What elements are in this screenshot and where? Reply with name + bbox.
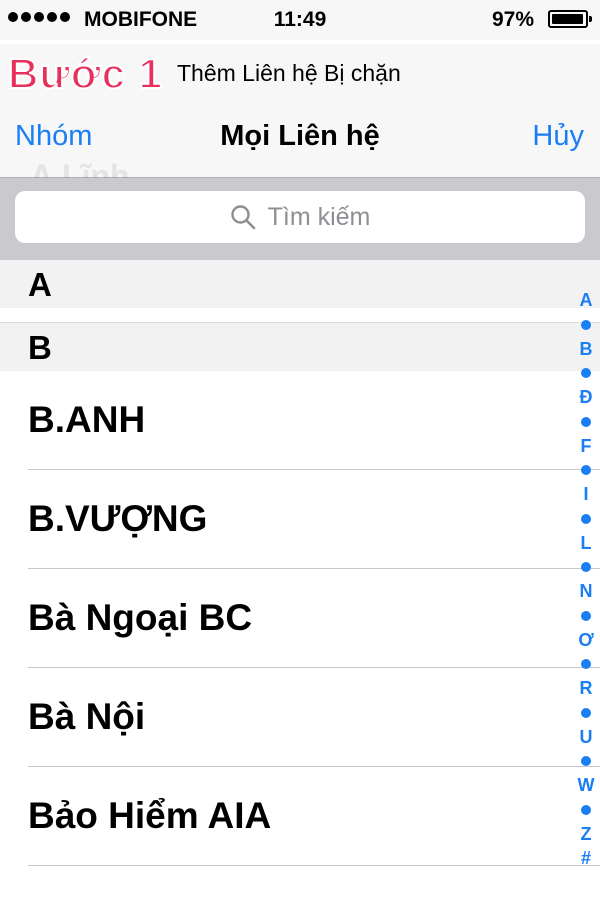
contact-row[interactable]: Bà Nội — [28, 668, 600, 767]
index-letter[interactable]: U — [580, 725, 593, 750]
index-letter[interactable]: A — [580, 288, 593, 313]
index-dot — [581, 610, 591, 621]
battery-icon — [548, 10, 592, 28]
index-dot — [581, 756, 591, 766]
step-description: Thêm Liên hệ Bị chặn — [177, 60, 401, 86]
index-letter[interactable]: N — [580, 579, 593, 604]
navigation-bar: Nhóm Mọi Liên hệ Hủy A.Lĩnh — [0, 102, 600, 194]
contact-name: Bảo Hiểm AIA — [28, 795, 272, 836]
index-letter[interactable]: Z — [581, 822, 592, 847]
index-letter[interactable]: # — [581, 846, 591, 871]
contact-row[interactable]: B.ANH — [28, 371, 600, 470]
contact-list: A B B.ANH B.VƯỢNG Bà Ngoại BC Bà Nội Bảo… — [0, 260, 600, 866]
status-bar: MOBIFONE 11:49 97% — [0, 0, 600, 40]
alphabet-index[interactable]: A B Đ F I L N Ơ R U W Z # — [572, 288, 600, 871]
search-placeholder: Tìm kiếm — [267, 202, 371, 231]
index-letter[interactable]: W — [578, 773, 595, 798]
search-area: Tìm kiếm — [0, 178, 600, 260]
index-letter[interactable]: Ơ — [578, 628, 593, 653]
section-divider — [0, 308, 600, 323]
search-input[interactable]: Tìm kiếm — [15, 191, 585, 243]
index-letter[interactable]: I — [583, 482, 588, 507]
battery-percentage: 97% — [491, 8, 534, 31]
section-header-a: A — [0, 260, 600, 308]
index-letter[interactable]: B — [580, 337, 593, 362]
index-dot — [581, 804, 591, 815]
contact-name: Bà Nội — [28, 696, 146, 737]
index-dot — [581, 465, 591, 475]
index-letter[interactable]: Đ — [580, 385, 593, 410]
index-letter[interactable]: L — [581, 531, 592, 556]
index-dot — [581, 416, 591, 427]
contact-row[interactable]: B.VƯỢNG — [28, 470, 600, 569]
contact-row[interactable]: Bảo Hiểm AIA — [28, 767, 600, 866]
index-dot — [581, 513, 591, 524]
contact-name: B.VƯỢNG — [28, 498, 208, 539]
index-letter[interactable]: F — [581, 434, 592, 459]
section-header-b: B — [0, 323, 600, 371]
step-label: Bước 1 — [7, 49, 163, 98]
index-dot — [581, 562, 591, 572]
contact-name: Bà Ngoại BC — [28, 597, 253, 638]
index-dot — [581, 707, 591, 718]
contact-row[interactable]: Bà Ngoại BC — [28, 569, 600, 668]
search-icon — [230, 205, 255, 230]
index-letter[interactable]: R — [580, 676, 593, 701]
index-dot — [581, 319, 591, 330]
page-title: Mọi Liên hệ — [220, 120, 380, 152]
contact-name: B.ANH — [28, 399, 146, 440]
cancel-button[interactable]: Hủy — [532, 120, 584, 153]
index-dot — [581, 659, 591, 669]
step-caption: Bước 1 Thêm Liên hệ Bị chặn — [0, 44, 600, 102]
index-dot — [581, 368, 591, 378]
